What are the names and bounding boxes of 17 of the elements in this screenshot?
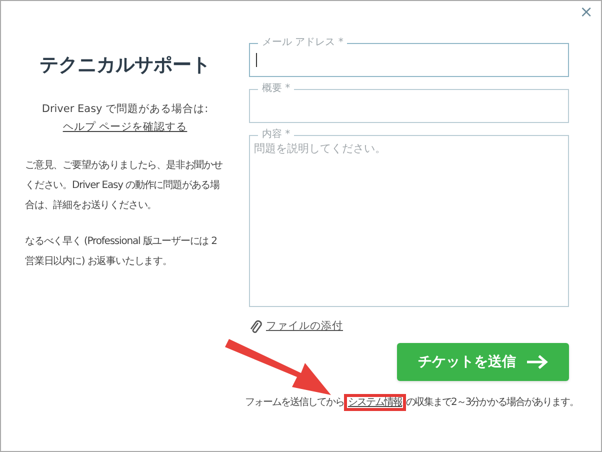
help-link[interactable]: ヘルプ ページを確認する: [62, 120, 188, 136]
info-paragraph: なるべく早く (Professional 版ユーザーには 2 営業日以内に) お返事いたします。: [25, 235, 218, 269]
dialog-title: テクニカルサポート: [40, 53, 210, 78]
description-input[interactable]: 問題を説明してください。: [254, 141, 564, 291]
submit-ticket-button[interactable]: チケットを送信: [397, 343, 569, 381]
system-info-link[interactable]: システム情報: [344, 394, 406, 411]
text-field[interactable]: 概要 *: [249, 83, 569, 123]
close-button[interactable]: ×: [580, 4, 593, 20]
attach-file-link[interactable]: ファイルの添付: [249, 319, 343, 335]
footer-note: フォームを送信してから システム情報 の収集まで2～3分かかる場合があります。: [245, 393, 579, 413]
info-paragraph: ご意見、ご要望がありましたら、是非お聞かせください。Driver Easy の動作に問題がある場合は、詳細をお送りください。: [25, 158, 224, 213]
help-intro: Driver Easy で問題がある場合は:: [42, 102, 208, 116]
description-box[interactable]: 内容 * 問題を説明してください。: [249, 129, 569, 307]
text-cursor: [256, 53, 257, 67]
arrow-right-icon: [526, 355, 548, 369]
text-field[interactable]: メール アドレス *: [249, 37, 569, 77]
paperclip-icon: [249, 319, 263, 335]
